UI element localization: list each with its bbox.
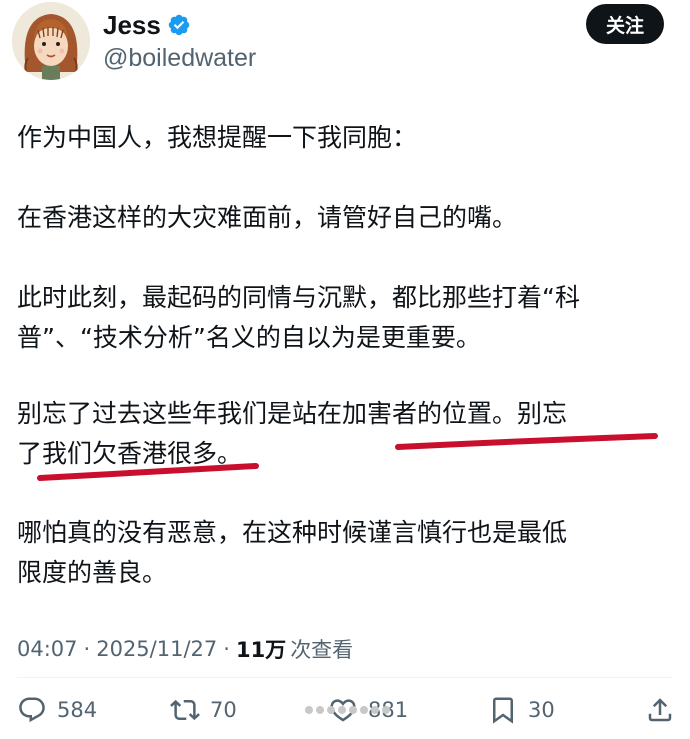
post-line: 限度的善良。	[17, 558, 168, 587]
watermark-dot	[371, 706, 379, 714]
watermark-dot	[360, 706, 368, 714]
verified-badge-icon	[167, 13, 191, 37]
watermark-dot	[305, 706, 313, 714]
share-button[interactable]	[645, 690, 675, 730]
post-line: 了我们欠香港很多。	[17, 439, 243, 468]
user-handle[interactable]: @boiledwater	[103, 44, 256, 73]
post-date[interactable]: 2025/11/27	[96, 637, 217, 661]
post-line: 别忘了过去这些年我们是站在加害者的位置。别忘	[17, 399, 568, 428]
views-count: 11万	[235, 638, 287, 662]
post-line: 在香港这样的大灾难面前，请管好自己的嘴。	[17, 203, 518, 232]
bookmark-button[interactable]: 30	[488, 690, 555, 730]
post-header: Jess @boiledwater 关注	[0, 0, 690, 100]
bookmark-icon	[493, 697, 513, 724]
post-line: 作为中国人，我想提醒一下我同胞：	[17, 123, 418, 152]
follow-button[interactable]: 关注	[586, 4, 664, 44]
meta-separator: ·	[223, 637, 230, 661]
annotation-underline-1	[37, 433, 658, 481]
post-line: 普”、“技术分析”名义的自以为是更重要。	[17, 323, 481, 352]
name-row: Jess	[103, 8, 191, 42]
avatar[interactable]	[12, 2, 90, 80]
post-time[interactable]: 04:07	[17, 637, 78, 661]
reply-button[interactable]: 584	[17, 690, 97, 730]
watermark-dot	[316, 706, 324, 714]
meta-separator: ·	[83, 637, 91, 661]
watermark	[305, 692, 425, 728]
watermark-dot	[349, 706, 357, 714]
repost-icon	[170, 699, 200, 721]
watermark-dot	[338, 706, 346, 714]
reply-count: 584	[57, 698, 98, 722]
watermark-dot	[382, 706, 390, 714]
post-line: 此时此刻，最起码的同情与沉默，都比那些打着“科	[17, 283, 580, 312]
post-line: 哪怕真的没有恶意，在这种时候谨言慎行也是最低	[17, 518, 568, 547]
share-icon	[648, 698, 672, 722]
repost-button[interactable]: 70	[170, 690, 237, 730]
display-name[interactable]: Jess	[103, 10, 161, 41]
views-label: 次查看	[290, 638, 354, 662]
reply-icon	[19, 697, 45, 723]
post-meta: 04:07 · 2025/11/27 · 11万 次查看	[17, 634, 353, 664]
divider	[17, 677, 673, 678]
watermark-dot	[327, 706, 335, 714]
avatar-illustration-icon	[12, 2, 90, 80]
repost-count: 70	[210, 698, 237, 722]
bookmark-count: 30	[528, 698, 555, 722]
